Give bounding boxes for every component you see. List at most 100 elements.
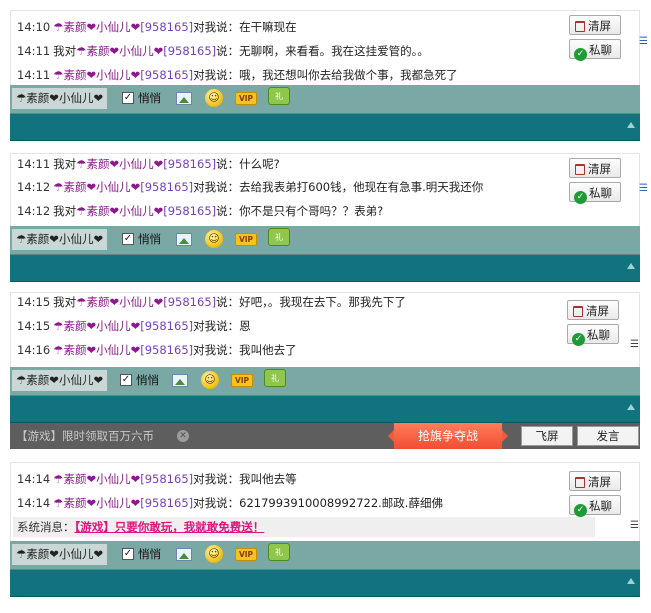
close-icon[interactable]: ✕ — [177, 430, 189, 442]
user-id-link[interactable]: [958165] — [140, 319, 193, 333]
send-button[interactable]: 发言 — [577, 426, 639, 446]
clear-screen-button[interactable]: 清屏 — [567, 300, 619, 320]
message-text: 恩 — [239, 319, 251, 333]
user-nickname-link[interactable]: ☂素颜❤小仙儿❤ — [53, 180, 140, 194]
chat-toolbar: ☂素颜❤小仙儿❤ ✓ 悄悄 ☺ VIP 礼 — [10, 367, 640, 396]
expand-up-icon[interactable] — [627, 404, 635, 410]
list-icon[interactable]: ☰ — [630, 521, 640, 531]
vip-icon[interactable]: VIP — [231, 374, 253, 387]
game-promo-link[interactable]: 【游戏】限时领取百万六币 — [16, 428, 154, 444]
message-time: 14:11 — [17, 68, 51, 82]
message-time: 14:10 — [17, 20, 51, 34]
chat-log: 14:14 ☂素颜❤小仙儿❤[958165]对我说：我叫他去等 14:14 ☂素颜❤… — [10, 462, 640, 541]
check-circle-icon: ✓ — [574, 48, 587, 61]
user-nickname-link[interactable]: ☂素颜❤小仙儿❤ — [53, 20, 140, 34]
user-id-link[interactable]: [958165] — [140, 343, 193, 357]
message-text: 去给我表弟打600钱，他现在有急事.明天我还你 — [239, 180, 484, 194]
target-nickname-select[interactable]: ☂素颜❤小仙儿❤ — [12, 370, 108, 391]
image-icon[interactable] — [176, 233, 192, 246]
trash-icon — [575, 477, 585, 488]
gift-icon[interactable]: 礼 — [268, 87, 290, 105]
whisper-checkbox[interactable]: ✓ — [120, 374, 132, 386]
vip-icon[interactable]: VIP — [235, 92, 257, 105]
user-nickname-link[interactable]: ☂素颜❤小仙儿❤ — [76, 295, 163, 309]
clear-screen-button[interactable]: 清屏 — [569, 158, 621, 178]
private-chat-button[interactable]: ✓ 私聊 — [569, 39, 621, 61]
message-text: 你不是只有个哥吗？？表弟? — [239, 204, 384, 218]
chat-message: 14:10 ☂素颜❤小仙儿❤[958165]对我说：在干嘛现在 — [17, 20, 297, 34]
image-icon[interactable] — [172, 374, 188, 387]
chat-message: 14:15 我对☂素颜❤小仙儿❤[958165]说：好吧，。我现在去下。那我先下了 — [17, 295, 406, 309]
trash-icon — [573, 306, 583, 317]
expand-up-icon[interactable] — [627, 263, 635, 269]
message-time: 14:12 — [17, 180, 51, 194]
private-chat-button[interactable]: ✓ 私聊 — [567, 324, 619, 346]
user-id-link[interactable]: [958165] — [163, 295, 216, 309]
vip-icon[interactable]: VIP — [235, 233, 257, 246]
list-icon[interactable]: ☰ — [639, 184, 649, 194]
emoji-icon[interactable]: ☺ — [205, 230, 223, 248]
user-id-link[interactable]: [958165] — [140, 472, 193, 486]
chat-message: 14:15 ☂素颜❤小仙儿❤[958165]对我说：恩 — [17, 319, 251, 333]
image-icon[interactable] — [176, 548, 192, 561]
user-nickname-link[interactable]: ☂素颜❤小仙儿❤ — [76, 44, 163, 58]
list-icon[interactable]: ☰ — [639, 37, 649, 47]
chat-panel-1: 14:10 ☂素颜❤小仙儿❤[958165]对我说：在干嘛现在 14:11 我对☂素… — [10, 10, 648, 141]
list-icon[interactable]: ☰ — [630, 340, 640, 350]
private-chat-button[interactable]: ✓ 私聊 — [569, 495, 621, 517]
game-event-button[interactable]: 抢旗争夺战 — [388, 423, 508, 449]
user-nickname-link[interactable]: ☂素颜❤小仙儿❤ — [53, 496, 140, 510]
whisper-label: 悄悄 — [138, 232, 161, 246]
message-text: 什么呢? — [239, 157, 280, 171]
check-circle-icon: ✓ — [574, 504, 587, 517]
expand-up-icon[interactable] — [627, 122, 635, 128]
emoji-icon[interactable]: ☺ — [201, 371, 219, 389]
chat-message: 14:11 ☂素颜❤小仙儿❤[958165]对我说：哦，我还想叫你去给我做个事，我… — [17, 68, 458, 82]
message-time: 14:14 — [17, 472, 51, 486]
clear-screen-button[interactable]: 清屏 — [569, 15, 621, 35]
user-id-link[interactable]: [958165] — [163, 157, 216, 171]
whisper-checkbox[interactable]: ✓ — [122, 92, 134, 104]
emoji-icon[interactable]: ☺ — [205, 89, 223, 107]
expand-up-icon[interactable] — [627, 578, 635, 584]
message-input[interactable] — [10, 570, 640, 597]
clear-screen-button[interactable]: 清屏 — [569, 471, 621, 491]
user-nickname-link[interactable]: ☂素颜❤小仙儿❤ — [53, 343, 140, 357]
message-text: 哦，我还想叫你去给我做个事，我都急死了 — [239, 68, 458, 82]
user-id-link[interactable]: [958165] — [140, 20, 193, 34]
user-id-link[interactable]: [958165] — [163, 204, 216, 218]
user-id-link[interactable]: [958165] — [163, 44, 216, 58]
chat-message: 14:14 ☂素颜❤小仙儿❤[958165]对我说：我叫他去等 — [17, 472, 297, 486]
user-id-link[interactable]: [958165] — [140, 180, 193, 194]
message-input[interactable] — [10, 255, 640, 282]
message-input[interactable] — [10, 396, 640, 423]
user-id-link[interactable]: [958165] — [140, 496, 193, 510]
target-nickname-select[interactable]: ☂素颜❤小仙儿❤ — [12, 544, 108, 565]
target-nickname-select[interactable]: ☂素颜❤小仙儿❤ — [12, 88, 108, 109]
fly-screen-button[interactable]: 飞屏 — [521, 426, 573, 446]
user-nickname-link[interactable]: ☂素颜❤小仙儿❤ — [53, 319, 140, 333]
image-icon[interactable] — [176, 92, 192, 105]
target-nickname-select[interactable]: ☂素颜❤小仙儿❤ — [12, 229, 108, 250]
gift-icon[interactable]: 礼 — [268, 228, 290, 246]
user-nickname-link[interactable]: ☂素颜❤小仙儿❤ — [53, 472, 140, 486]
emoji-icon[interactable]: ☺ — [205, 545, 223, 563]
private-chat-button[interactable]: ✓ 私聊 — [569, 182, 621, 204]
chat-toolbar: ☂素颜❤小仙儿❤ ✓ 悄悄 ☺ VIP 礼 — [10, 541, 640, 570]
whisper-checkbox[interactable]: ✓ — [122, 548, 134, 560]
chat-message: 14:11 我对☂素颜❤小仙儿❤[958165]说：无聊啊，来看看。我在这挂爱管的… — [17, 44, 429, 58]
message-time: 14:11 — [17, 44, 51, 58]
message-input[interactable] — [10, 114, 640, 141]
message-time: 14:14 — [17, 496, 51, 510]
user-nickname-link[interactable]: ☂素颜❤小仙儿❤ — [53, 68, 140, 82]
user-nickname-link[interactable]: ☂素颜❤小仙儿❤ — [76, 157, 163, 171]
chat-log: 14:11 我对☂素颜❤小仙儿❤[958165]说：什么呢? 14:12 ☂素颜❤小… — [10, 153, 648, 226]
gift-icon[interactable]: 礼 — [264, 369, 286, 387]
gift-icon[interactable]: 礼 — [268, 543, 290, 561]
vip-icon[interactable]: VIP — [235, 548, 257, 561]
system-message-link[interactable]: 【游戏】只要你敢玩，我就敢免费送！ — [75, 520, 265, 534]
user-id-link[interactable]: [958165] — [140, 68, 193, 82]
whisper-checkbox[interactable]: ✓ — [122, 233, 134, 245]
chat-log: 14:15 我对☂素颜❤小仙儿❤[958165]说：好吧，。我现在去下。那我先下了… — [10, 292, 640, 367]
user-nickname-link[interactable]: ☂素颜❤小仙儿❤ — [76, 204, 163, 218]
